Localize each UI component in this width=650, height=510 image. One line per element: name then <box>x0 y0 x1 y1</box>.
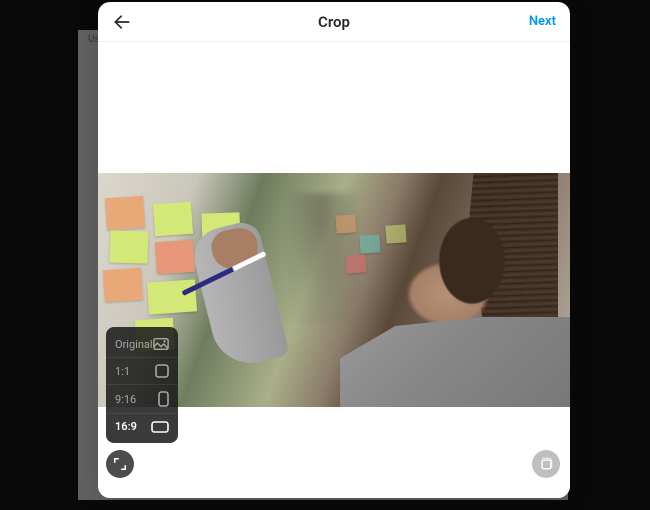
ratio-option-9-16[interactable]: 9:16 <box>106 385 178 414</box>
modal-title: Crop <box>318 13 350 31</box>
ratio-label: 1:1 <box>115 365 130 378</box>
square-icon <box>155 364 169 378</box>
image-icon <box>153 337 169 351</box>
modal-header: Crop Next <box>98 2 570 42</box>
aspect-ratio-panel: Original 1:1 9:16 16:9 <box>106 327 178 443</box>
ratio-label: 16:9 <box>115 420 137 433</box>
wide-rect-icon <box>151 421 169 433</box>
ratio-label: 9:16 <box>115 393 136 406</box>
arrow-left-icon <box>112 12 132 32</box>
ratio-option-original[interactable]: Original <box>106 331 178 358</box>
back-button[interactable] <box>112 12 132 32</box>
ratio-option-1-1[interactable]: 1:1 <box>106 358 178 385</box>
expand-icon <box>113 457 127 471</box>
expand-crop-button[interactable] <box>106 450 134 478</box>
stack-icon <box>539 457 553 471</box>
ratio-option-16-9[interactable]: 16:9 <box>106 414 178 439</box>
ratio-label: Original <box>115 338 153 351</box>
gallery-button[interactable] <box>532 450 560 478</box>
portrait-rect-icon <box>158 391 169 407</box>
modal-body: Original 1:1 9:16 16:9 <box>98 42 570 498</box>
crop-modal: Crop Next <box>98 2 570 498</box>
next-button[interactable]: Next <box>529 14 556 29</box>
